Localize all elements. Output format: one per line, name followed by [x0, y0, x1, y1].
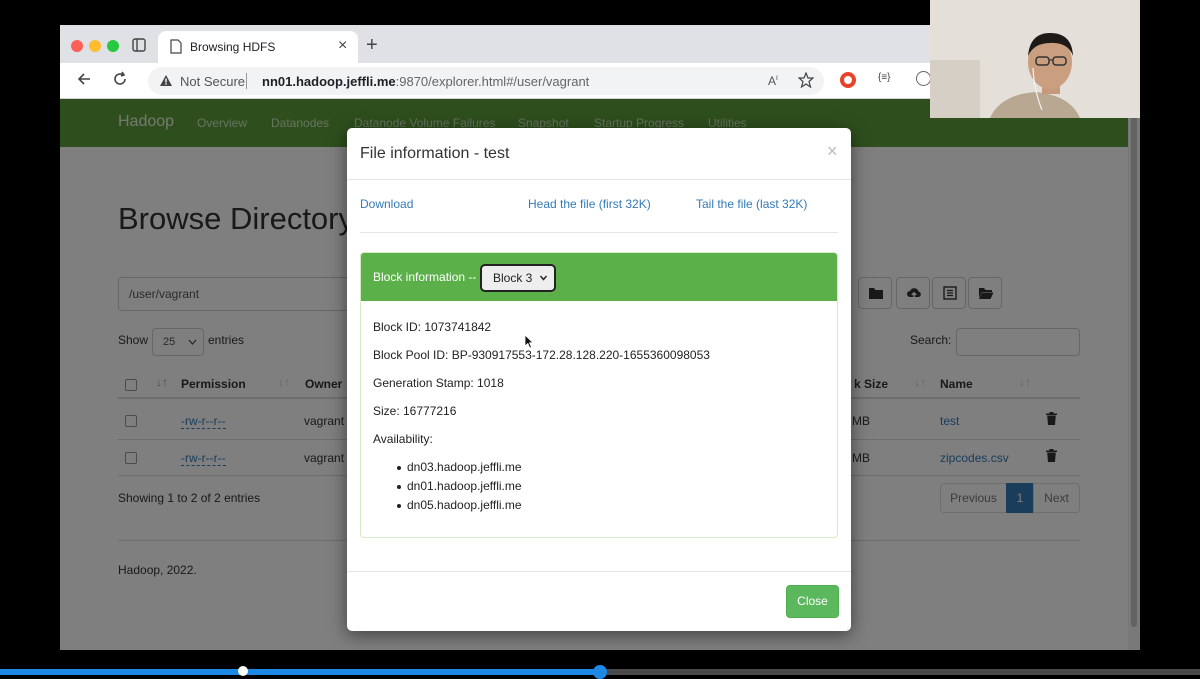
- chevron-down-icon: [539, 275, 548, 281]
- url-text: nn01.hadoop.jeffli.me:9870/explorer.html…: [262, 74, 589, 89]
- block-select-value: Block 3: [493, 271, 533, 285]
- webcam-overlay: [930, 0, 1140, 118]
- head-file-link[interactable]: Head the file (first 32K): [528, 197, 651, 211]
- datanode-host: dn03.hadoop.jeffli.me: [407, 460, 522, 474]
- page-icon: [170, 39, 182, 59]
- close-button[interactable]: Close: [786, 585, 839, 618]
- favorite-star-icon[interactable]: [797, 71, 815, 93]
- warning-icon: [159, 74, 173, 92]
- presenter-video-icon: [930, 0, 1140, 118]
- tab-browsing-hdfs[interactable]: Browsing HDFS ×: [158, 31, 358, 63]
- block-select[interactable]: Block 3: [480, 264, 556, 292]
- modal-footer-divider: [347, 571, 851, 572]
- maximize-window-button[interactable]: [107, 40, 119, 52]
- close-tab-icon[interactable]: ×: [338, 37, 347, 55]
- tab-title: Browsing HDFS: [190, 40, 276, 54]
- generation-stamp: Generation Stamp: 1018: [373, 376, 504, 390]
- extension-code-icon[interactable]: {≡}: [878, 72, 891, 83]
- not-secure-label: Not Secure: [180, 74, 246, 89]
- availability-label: Availability:: [373, 432, 433, 446]
- tail-file-link[interactable]: Tail the file (last 32K): [696, 197, 807, 211]
- video-progress-bar[interactable]: [0, 665, 1200, 679]
- mouse-cursor-icon: [524, 334, 534, 354]
- block-size: Size: 16777216: [373, 404, 457, 418]
- url-host: nn01.hadoop.jeffli.me: [262, 74, 396, 89]
- divider: [246, 73, 247, 89]
- block-information-label: Block information --: [373, 270, 477, 284]
- download-link[interactable]: Download: [360, 197, 413, 211]
- close-window-button[interactable]: [71, 40, 83, 52]
- read-aloud-icon[interactable]: Aι: [768, 73, 778, 88]
- back-icon[interactable]: [76, 71, 92, 92]
- url-path: :9870/explorer.html#/user/vagrant: [395, 74, 590, 89]
- url-field[interactable]: Not Secure nn01.hadoop.jeffli.me:9870/ex…: [148, 67, 824, 95]
- extension-globe-icon[interactable]: [916, 71, 931, 86]
- modal-title: File information - test: [360, 145, 510, 162]
- extension-opera-icon[interactable]: [840, 72, 856, 88]
- bullet: [397, 485, 401, 489]
- reload-icon[interactable]: [112, 71, 128, 92]
- video-progress-fill: [0, 669, 600, 675]
- block-id: Block ID: 1073741842: [373, 320, 492, 334]
- file-information-modal: File information - test × Download Head …: [347, 128, 851, 631]
- modal-header-divider: [347, 179, 851, 180]
- block-information-panel: Block information -- Block 3 Block ID: 1…: [360, 252, 838, 538]
- new-tab-icon[interactable]: +: [366, 34, 378, 57]
- modal-close-icon[interactable]: ×: [827, 141, 838, 162]
- bullet: [397, 504, 401, 508]
- video-progress-handle[interactable]: [593, 665, 607, 679]
- minimize-window-button[interactable]: [89, 40, 101, 52]
- datanode-host: dn01.hadoop.jeffli.me: [407, 479, 522, 493]
- block-panel-header: Block information -- Block 3: [361, 253, 837, 301]
- block-pool-id: Block Pool ID: BP-930917553-172.28.128.2…: [373, 348, 710, 362]
- datanode-host: dn05.hadoop.jeffli.me: [407, 498, 522, 512]
- sidebar-toggle-icon[interactable]: [132, 38, 146, 57]
- bullet: [397, 466, 401, 470]
- links-divider: [360, 232, 838, 233]
